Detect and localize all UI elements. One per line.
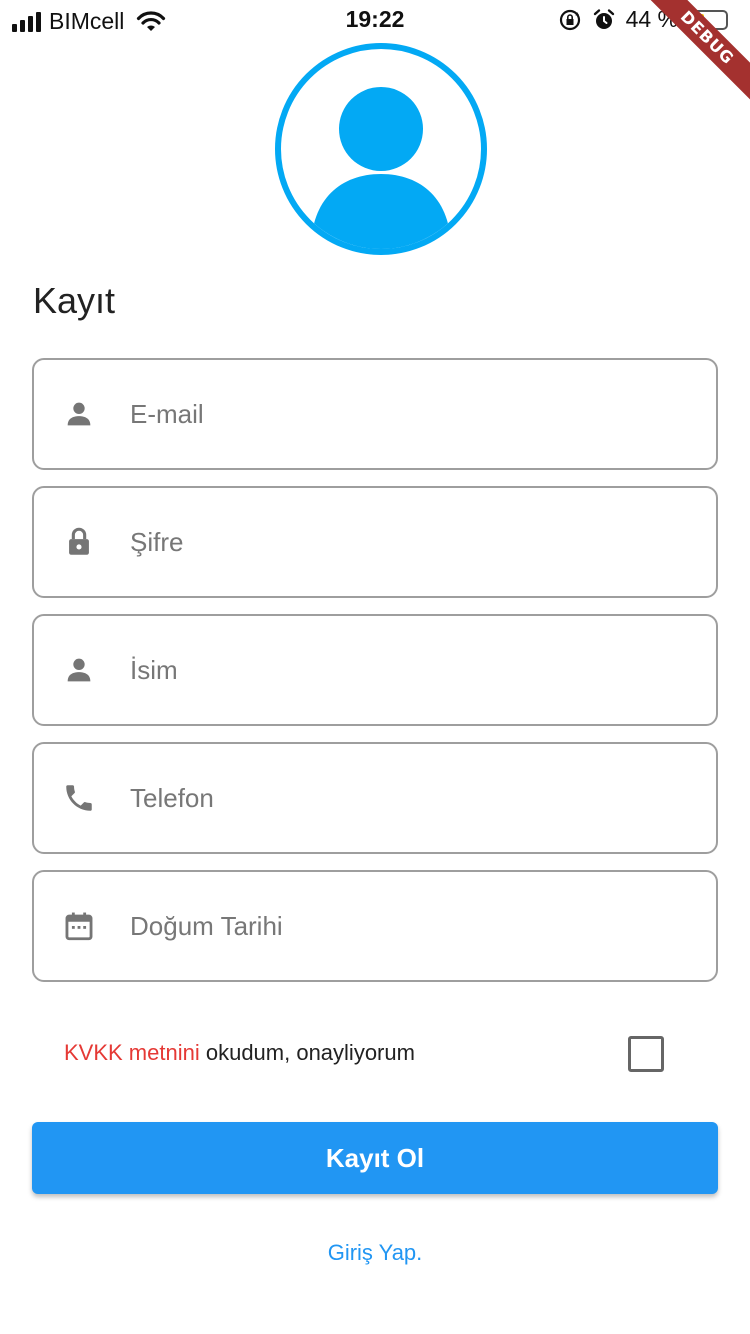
phone-field[interactable] xyxy=(32,742,718,854)
calendar-icon xyxy=(62,909,96,943)
name-input[interactable] xyxy=(130,654,690,686)
login-link[interactable]: Giriş Yap. xyxy=(0,1240,750,1266)
phone-icon xyxy=(62,781,96,815)
email-input[interactable] xyxy=(130,398,690,430)
register-screen: BIMcell 19:22 44 % DEBUG Kayıt E-mail İs… xyxy=(0,0,750,1334)
email-field[interactable] xyxy=(32,358,718,470)
avatar[interactable] xyxy=(275,43,487,255)
alarm-icon xyxy=(593,8,614,29)
person-icon xyxy=(62,397,96,431)
page-title: Kayıt xyxy=(33,280,116,321)
consent-checkbox[interactable] xyxy=(628,1036,664,1072)
birthdate-input[interactable] xyxy=(130,910,690,942)
password-field[interactable] xyxy=(32,486,718,598)
account-icon xyxy=(311,87,451,249)
status-bar: BIMcell 19:22 44 % xyxy=(0,0,750,40)
rotation-lock-icon xyxy=(559,9,580,30)
lock-icon xyxy=(62,525,96,559)
register-button[interactable]: Kayıt Ol xyxy=(32,1122,718,1194)
kvkk-link[interactable]: KVKK metnini xyxy=(64,1040,200,1065)
phone-input[interactable] xyxy=(130,782,690,814)
person-icon xyxy=(62,653,96,687)
consent-text: KVKK metnini okudum, onayliyorum xyxy=(64,1040,415,1066)
password-input[interactable] xyxy=(130,526,690,558)
birthdate-field[interactable] xyxy=(32,870,718,982)
name-field[interactable] xyxy=(32,614,718,726)
consent-label: okudum, onayliyorum xyxy=(199,1040,415,1065)
